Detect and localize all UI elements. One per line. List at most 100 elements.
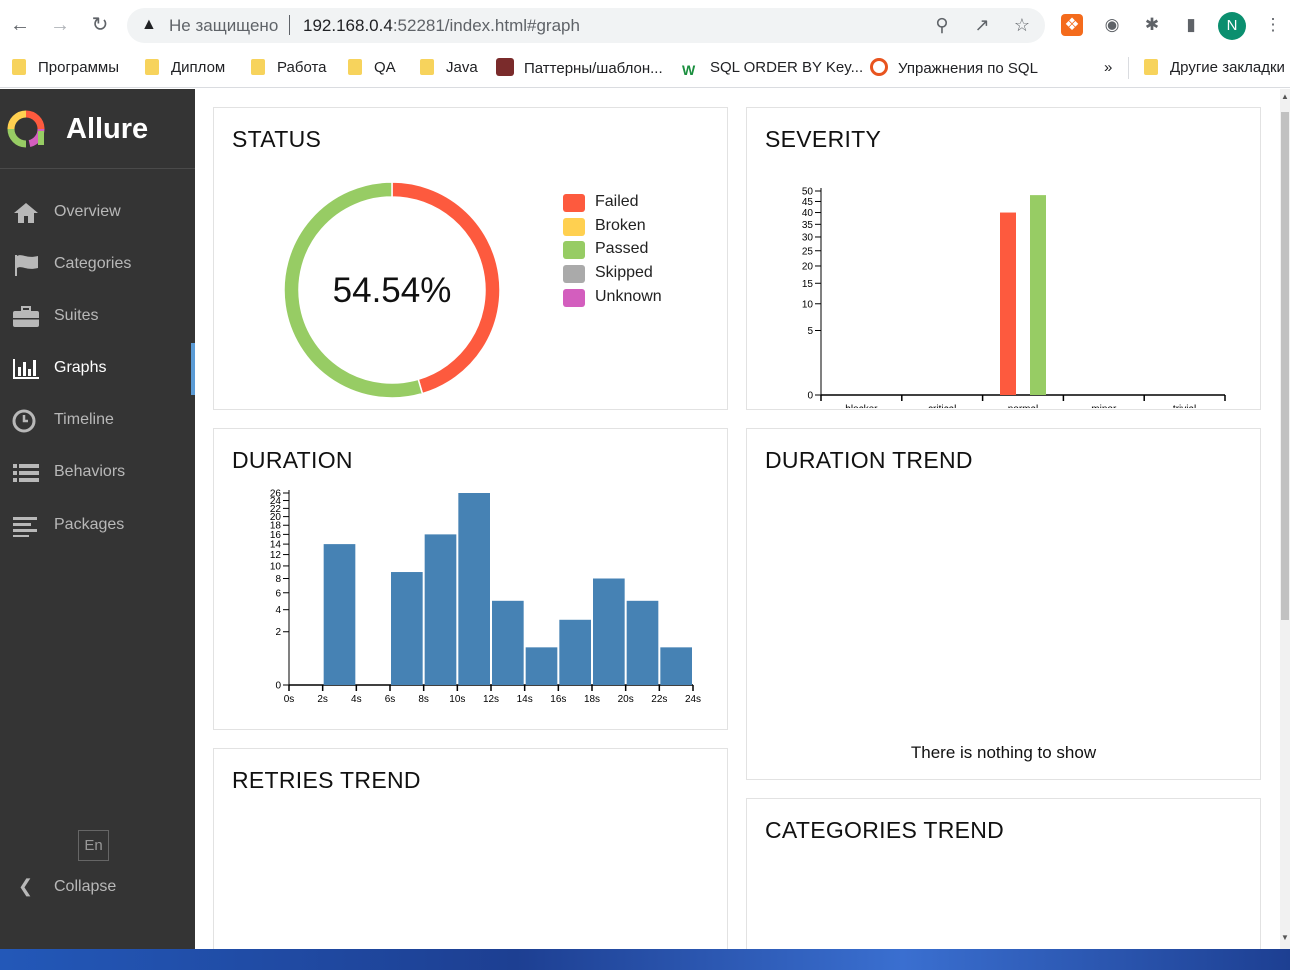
url-text[interactable]: 192.168.0.4:52281/index.html#graph [303, 16, 580, 36]
scroll-down-arrow-icon[interactable]: ▼ [1280, 933, 1290, 943]
bookmark-item[interactable]: Работа [251, 58, 327, 78]
bookmark-label: Другие закладки [1170, 59, 1285, 76]
y-tick-label: 40 [802, 208, 814, 219]
card-title: DURATION [232, 447, 353, 473]
duration-bar [593, 578, 625, 685]
x-tick-label: 10s [449, 694, 465, 705]
x-tick-label: trivial [1173, 404, 1196, 408]
x-tick-label: critical [928, 404, 956, 408]
y-tick-label: 26 [270, 489, 282, 500]
url-host: 192.168.0.4 [303, 16, 393, 35]
duration-histogram[interactable]: 024681012141618202224260s 2s 4s 6s 8s 10s 12s 1… [214, 485, 727, 725]
legend-label: Skipped [595, 264, 653, 281]
os-taskbar [0, 949, 1290, 970]
duration-bar [660, 647, 692, 685]
bookmark-item[interactable]: Программы [12, 58, 119, 78]
warning-triangle-icon: ▲ [141, 16, 157, 33]
extension-film-icon[interactable]: ❖ [1061, 14, 1083, 36]
y-tick-label: 14 [270, 540, 282, 551]
sidebar-item-suites[interactable]: Suites [0, 291, 195, 343]
y-tick-label: 30 [802, 232, 814, 243]
sidebar-item-overview[interactable]: Overview [0, 187, 195, 239]
bookmark-item[interactable]: Паттерны/шаблон... [496, 58, 663, 78]
brand-name: Allure [66, 113, 149, 145]
severity-card: SEVERITY 0 5 10 15 20 25 3035404550 blocker crit… [746, 107, 1261, 410]
bookmark-label: SQL ORDER BY Key... [710, 59, 864, 76]
bookmark-item[interactable]: QA [348, 58, 396, 78]
zoom-search-icon[interactable]: ⚲ [931, 14, 953, 36]
bookmark-label: Программы [38, 59, 120, 76]
bookmark-label: Диплом [171, 59, 226, 76]
reload-icon[interactable]: ↻ [88, 13, 112, 37]
bookmark-item[interactable]: W SQL ORDER BY Key... [682, 58, 863, 78]
legend-swatch [563, 265, 585, 283]
security-label[interactable]: Не защищено [169, 16, 278, 36]
scroll-up-arrow-icon[interactable]: ▲ [1280, 92, 1290, 102]
x-tick-label: 8s [418, 694, 429, 705]
sidebar-item-label: Overview [54, 203, 121, 220]
x-tick-label: 12s [483, 694, 499, 705]
brand[interactable]: Allure [0, 89, 195, 169]
sidebar-item-graphs[interactable]: Graphs [0, 343, 195, 395]
folder-icon [1144, 59, 1158, 75]
y-tick-label: 2 [275, 627, 281, 638]
y-tick-label: 6 [275, 588, 281, 599]
address-bar[interactable]: ▲ Не защищено 192.168.0.4:52281/index.ht… [127, 8, 1045, 43]
severity-bar-chart[interactable]: 0 5 10 15 20 25 3035404550 blocker critical norma… [747, 168, 1260, 408]
y-tick-label: 8 [275, 574, 281, 585]
sidebar-item-label: Packages [54, 516, 125, 533]
sidebar-item-packages[interactable]: Packages [0, 500, 195, 552]
y-tick-label: 0 [807, 391, 813, 402]
sidebar-item-label: Timeline [54, 411, 114, 428]
folder-icon [12, 59, 26, 75]
bookmark-item[interactable]: Java [420, 58, 478, 78]
flag-icon [15, 255, 38, 276]
star-bookmark-icon[interactable]: ☆ [1011, 14, 1033, 36]
profile-avatar[interactable]: N [1218, 12, 1246, 40]
kebab-menu-icon[interactable]: ⋮ [1262, 14, 1284, 36]
bookmark-label: Упражнения по SQL [898, 60, 1038, 77]
severity-bar-normal-passed [1030, 195, 1046, 395]
sidebar-item-categories[interactable]: Categories [0, 239, 195, 291]
bookmark-label: QA [374, 59, 396, 76]
language-button[interactable]: En [78, 830, 109, 861]
side-panel-icon[interactable]: ▮ [1180, 14, 1202, 36]
legend-label: Failed [595, 193, 639, 210]
x-tick-label: 18s [584, 694, 600, 705]
scrollbar-thumb[interactable] [1281, 112, 1289, 620]
collapse-label: Collapse [54, 878, 117, 895]
extension-planet-icon[interactable]: ◉ [1101, 14, 1123, 36]
duration-bar [525, 647, 558, 685]
bookmark-label: Работа [277, 59, 327, 76]
duration-bar [626, 600, 659, 685]
other-bookmarks[interactable]: Другие закладки [1144, 58, 1285, 78]
x-tick-label: minor [1091, 404, 1117, 408]
bookmark-item[interactable]: Диплом [145, 58, 225, 78]
forward-arrow-icon[interactable]: → [48, 13, 72, 37]
site-icon [496, 58, 514, 76]
duration-bar [492, 600, 524, 685]
y-tick-label: 15 [802, 279, 814, 290]
y-tick-label: 10 [270, 561, 282, 572]
y-tick-label: 50 [802, 187, 814, 198]
list-icon [13, 464, 39, 482]
empty-state-message: There is nothing to show [910, 743, 1097, 762]
home-icon [14, 203, 38, 223]
sidebar-item-timeline[interactable]: Timeline [0, 395, 195, 447]
duration-trend-card: DURATION TREND There is nothing to show [746, 428, 1261, 780]
folder-icon [251, 59, 265, 75]
status-donut-chart[interactable]: 54.54% [274, 174, 510, 410]
extensions-puzzle-icon[interactable]: ✱ [1141, 14, 1163, 36]
x-tick-label: 22s [651, 694, 667, 705]
w3-icon: W [682, 60, 702, 78]
y-tick-label: 45 [802, 197, 814, 208]
align-left-icon [13, 517, 37, 537]
x-tick-label: 20s [618, 694, 634, 705]
back-arrow-icon[interactable]: ← [8, 13, 32, 37]
sidebar-item-behaviors[interactable]: Behaviors [0, 447, 195, 499]
bookmark-item[interactable]: Упражнения по SQL [870, 58, 1038, 78]
share-icon[interactable]: ↗ [971, 14, 993, 36]
categories-trend-card: CATEGORIES TREND [746, 798, 1261, 949]
more-bookmarks-button[interactable]: » [1104, 58, 1112, 78]
duration-card: DURATION 0 2 4 6 8 10 12 14 16 18 20 22 24 26 0s 2s 4s 6s… [213, 428, 728, 730]
